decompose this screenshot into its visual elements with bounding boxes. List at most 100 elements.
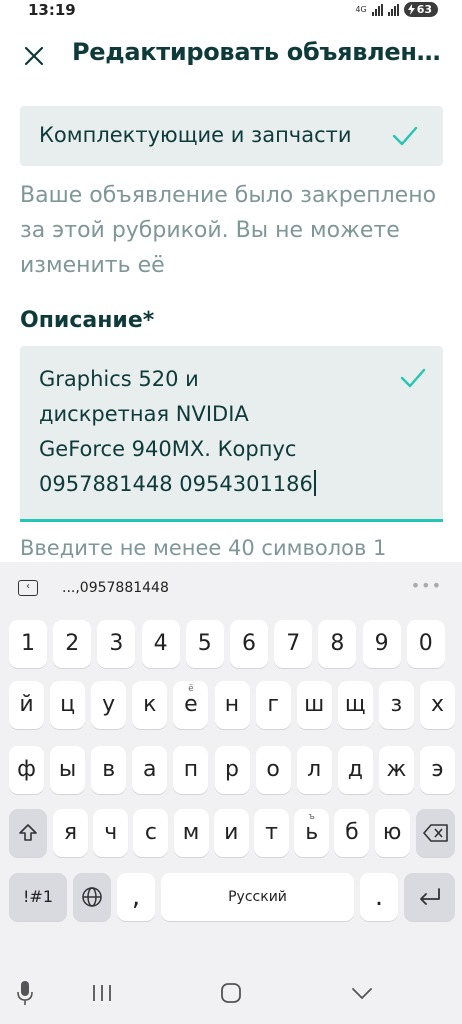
microphone-icon[interactable] [16,980,34,1006]
digit-key[interactable]: 4 [141,620,180,668]
space-key[interactable]: Русский [161,873,354,921]
letter-key[interactable]: д [337,746,373,794]
digit-key[interactable]: 8 [318,620,357,668]
key-label: я [63,820,78,845]
key-label: 1 [21,631,35,656]
letter-key[interactable]: п [173,746,209,794]
key-label: о [266,757,280,782]
check-icon [400,368,426,388]
check-icon [392,126,418,146]
description-field[interactable]: Graphics 520 и дискретная NVIDIA GeForce… [20,346,443,522]
shift-key[interactable] [9,809,47,857]
key-label: п [183,757,199,782]
digit-key[interactable]: 9 [362,620,401,668]
status-time: 13:19 [28,1,76,19]
letter-key[interactable]: г [255,681,291,729]
digit-key[interactable]: 7 [274,620,313,668]
home-icon[interactable] [219,980,243,1006]
key-label: д [347,757,363,782]
clipboard-suggestion[interactable]: ...,0957881448 [62,580,169,596]
letter-key[interactable]: её [173,681,209,729]
signal-icon [371,3,383,16]
letter-key[interactable]: у [91,681,127,729]
letter-key[interactable]: з [378,681,414,729]
letter-key[interactable]: в [91,746,127,794]
symbols-key[interactable]: !#1 [9,873,67,921]
letter-key[interactable]: э [420,746,455,794]
letter-key[interactable]: к [132,681,168,729]
letter-key[interactable]: ж [378,746,414,794]
language-key[interactable] [73,873,111,921]
keyboard-toolbar: ‹ ...,0957881448 ••• [0,562,462,614]
letter-key[interactable]: х [420,681,455,729]
recent-apps-icon[interactable] [91,980,113,1006]
letter-key[interactable]: щ [337,681,373,729]
letter-key[interactable]: ц [50,681,86,729]
back-chevron-down-icon[interactable] [350,980,374,1006]
digit-key[interactable]: 2 [53,620,92,668]
key-label: е [184,692,198,717]
battery-indicator: 63 [403,2,438,17]
key-label: 9 [374,631,389,656]
soft-keyboard: ‹ ...,0957881448 ••• 1234567890 йцукеёнг… [0,562,462,962]
backspace-key[interactable] [416,809,455,857]
keyboard-row-3: ячсмитьъбю [9,809,455,857]
letter-key[interactable]: н [214,681,250,729]
letter-key[interactable]: а [132,746,168,794]
key-label: 5 [197,631,212,656]
period-key[interactable]: . [360,873,398,921]
letter-key[interactable]: ы [50,746,86,794]
letter-key[interactable]: ш [296,681,332,729]
key-label: с [144,820,157,845]
key-label: щ [344,692,366,717]
status-bar: 13:19 4G 63 [0,0,462,22]
key-label: й [19,692,34,717]
key-alt-label: ъ [308,812,315,822]
key-label: б [345,820,359,845]
digit-key[interactable]: 3 [97,620,136,668]
key-label: у [102,692,116,717]
key-label: р [225,757,239,782]
description-value: Graphics 520 и дискретная NVIDIA GeForce… [39,367,313,496]
key-label: э [431,757,444,782]
letter-key[interactable]: ч [93,809,129,857]
description-input[interactable]: Graphics 520 и дискретная NVIDIA GeForce… [39,362,389,502]
letter-key[interactable]: ю [374,809,410,857]
letter-key[interactable]: м [173,809,209,857]
digit-key[interactable]: 6 [230,620,268,668]
keyboard-row-digits: 1 2 3 4 5 6 7 8 9 0 [9,620,455,668]
globe-icon [82,887,102,907]
key-label: м [182,820,200,845]
letter-key[interactable]: с [133,809,169,857]
letter-key[interactable]: и [213,809,249,857]
keyboard-back-icon[interactable]: ‹ [18,580,38,596]
letter-key[interactable]: р [214,746,250,794]
letter-key[interactable]: й [9,681,44,729]
status-icons: 4G 63 [355,2,438,17]
letter-key[interactable]: о [255,746,291,794]
enter-icon [419,888,440,905]
letter-key[interactable]: я [53,809,88,857]
letter-key[interactable]: ф [9,746,44,794]
key-alt-label: ё [188,684,194,694]
digit-key[interactable]: 5 [185,620,224,668]
letter-key[interactable]: ьъ [294,809,330,857]
digit-key[interactable]: 0 [406,620,445,668]
letter-key[interactable]: т [254,809,289,857]
comma-key[interactable]: , [117,873,155,921]
letter-key[interactable]: б [334,809,370,857]
key-label: ш [304,692,325,717]
close-icon[interactable] [20,42,48,70]
key-label: 3 [109,631,124,656]
key-label: ы [58,757,77,782]
more-options-icon[interactable]: ••• [411,576,442,595]
enter-key[interactable] [404,873,455,921]
key-label: и [224,820,239,845]
letter-key[interactable]: л [296,746,332,794]
digit-key[interactable]: 1 [9,620,47,668]
key-label: ь [305,820,319,845]
page-title: Редактировать объявление [72,38,444,66]
key-label: ч [104,820,118,845]
key-label: ф [17,757,36,782]
keyboard-row-bottom: !#1 , Русский . [9,873,455,921]
